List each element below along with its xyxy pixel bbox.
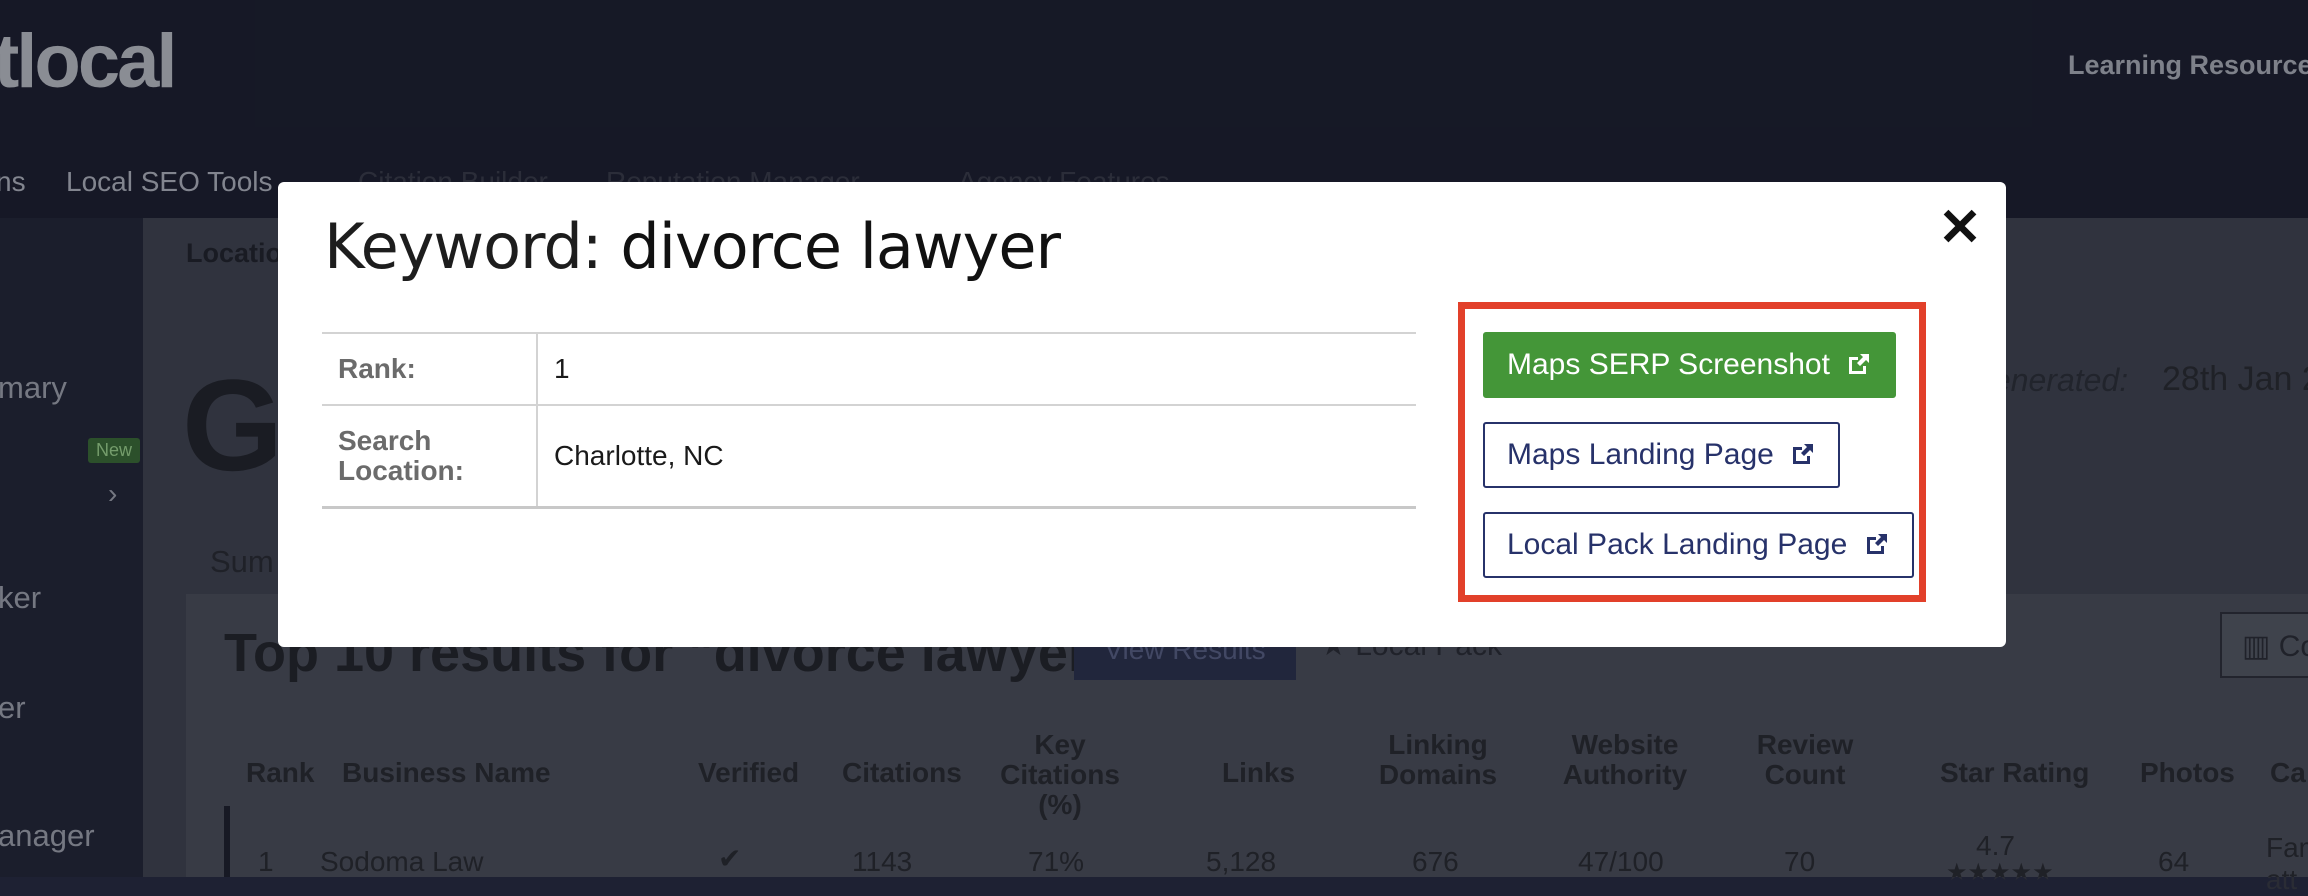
rank-label: Rank: — [322, 332, 538, 405]
external-link-icon — [1793, 444, 1814, 464]
external-link-icon — [1849, 354, 1870, 374]
local-pack-landing-page-label: Local Pack Landing Page — [1507, 528, 1848, 561]
table-row: Search Location: Charlotte, NC — [322, 404, 1416, 509]
keyword-label: Keyword: — [324, 210, 603, 283]
maps-landing-page-label: Maps Landing Page — [1507, 438, 1774, 471]
table-row: Rank: 1 — [322, 332, 1416, 405]
local-pack-landing-page-button[interactable]: Local Pack Landing Page — [1483, 512, 1914, 578]
maps-landing-page-button[interactable]: Maps Landing Page — [1483, 422, 1841, 488]
modal-title: Keyword: divorce lawyer — [324, 210, 1061, 283]
keyword-info-table: Rank: 1 Search Location: Charlotte, NC — [322, 332, 1416, 509]
search-location-label: Search Location: — [322, 404, 538, 509]
close-icon[interactable]: ✕ — [1936, 202, 1984, 254]
search-location-value: Charlotte, NC — [537, 404, 1416, 509]
keyword-modal: Keyword: divorce lawyer ✕ Rank: 1 Search… — [278, 182, 2006, 647]
keyword-value: divorce lawyer — [620, 210, 1061, 283]
maps-serp-screenshot-label: Maps SERP Screenshot — [1507, 348, 1830, 381]
external-link-icon — [1866, 534, 1887, 554]
maps-serp-screenshot-button[interactable]: Maps SERP Screenshot — [1483, 332, 1897, 398]
rank-value: 1 — [537, 332, 1416, 405]
